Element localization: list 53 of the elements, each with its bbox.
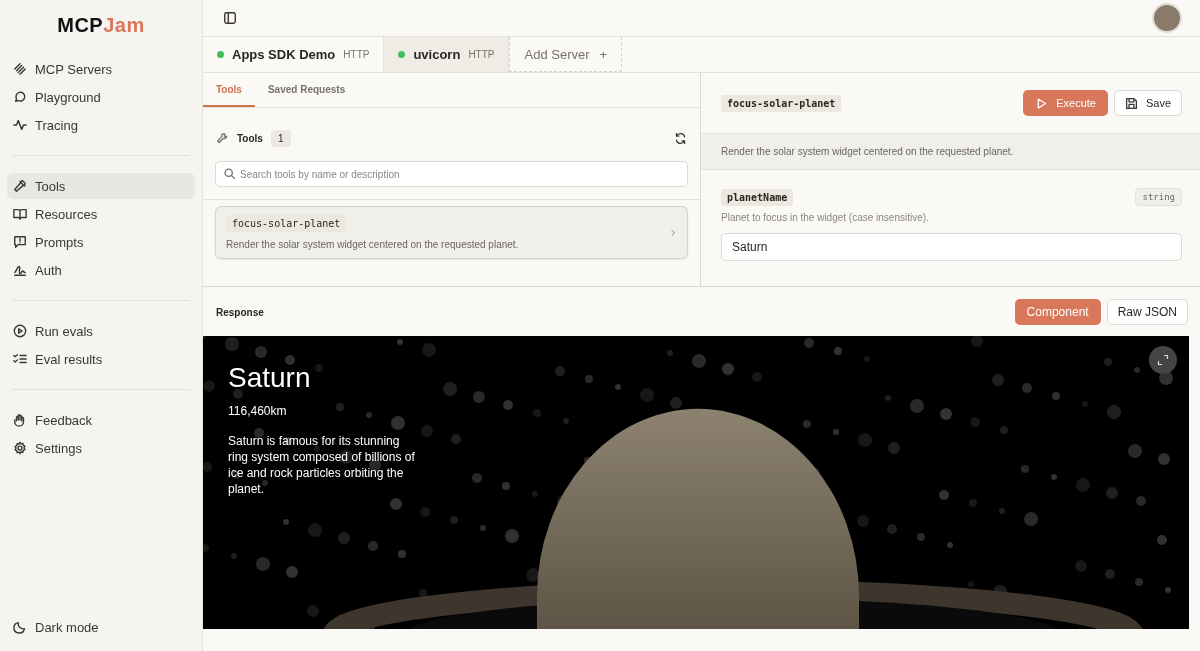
count-badge: 1 <box>270 129 291 147</box>
pulse-icon <box>13 118 27 132</box>
sidebar-item[interactable]: Resources <box>7 201 195 227</box>
chat-icon <box>13 90 27 104</box>
chevron-right-icon <box>669 228 677 237</box>
play-icon <box>13 324 27 338</box>
add-server-button[interactable]: Add Server + <box>509 37 623 72</box>
avatar[interactable] <box>1152 3 1182 33</box>
expand-button[interactable] <box>1149 346 1177 374</box>
settings-icon <box>13 441 27 455</box>
tool-name: focus-solar-planet <box>721 94 842 112</box>
section-title: Response <box>216 306 264 318</box>
tool-description: Render the solar system widget centered on the requested planet. <box>226 239 520 250</box>
sidebar-item[interactable]: Tracing <box>7 112 195 138</box>
sidebar-item[interactable]: Tools <box>7 173 195 199</box>
play-icon <box>1035 96 1049 110</box>
sidebar-item[interactable]: Run evals <box>7 318 195 344</box>
save-button[interactable]: Save <box>1113 90 1182 116</box>
sidebar-item[interactable]: Prompts <box>7 229 195 255</box>
hand-icon <box>13 413 27 427</box>
sidebar-item[interactable]: MCP Servers <box>7 56 195 82</box>
view-toggle-button[interactable]: Raw JSON <box>1106 299 1188 325</box>
chat-icon <box>13 235 27 249</box>
sidebar-item[interactable]: Feedback <box>7 407 195 433</box>
parameter-hint: Planet to focus in the widget (case insensitive). <box>721 212 930 223</box>
tool-description: Render the solar system widget centered on the requested planet. <box>701 133 1200 170</box>
wrench-icon <box>216 131 229 145</box>
planet-title: Saturn <box>228 362 312 394</box>
type-badge: string <box>1135 188 1182 206</box>
sidebar-item[interactable]: Eval results <box>7 346 195 372</box>
planet-distance: 116,460km <box>228 404 288 418</box>
section-title: Tools <box>237 132 263 144</box>
parameter-name: planetName <box>721 188 794 206</box>
signature-icon <box>13 263 27 277</box>
servers-icon <box>13 62 27 76</box>
book-icon <box>13 207 27 221</box>
search-field[interactable]: Search tools by name or description <box>215 161 688 187</box>
text-input[interactable]: Saturn <box>721 233 1182 261</box>
save-icon <box>1124 96 1138 110</box>
planet-description: Saturn is famous for its stunning ring system composed of billions of ice and rock particles orbiting the planet. <box>228 433 416 497</box>
sidebar-item[interactable]: Settings <box>7 435 195 461</box>
tool-name: focus-solar-planet <box>226 215 347 232</box>
server-tab[interactable]: uvicorn HTTP <box>384 37 510 72</box>
hammer-icon <box>13 179 27 193</box>
sidebar-item[interactable]: Auth <box>7 257 195 283</box>
expand-icon <box>1157 354 1169 366</box>
moon-icon <box>13 620 27 634</box>
tab[interactable]: Saved Requests <box>254 73 359 107</box>
tool-card[interactable]: focus-solar-planet Render the solar system widget centered on the requested planet. <box>215 206 688 259</box>
checklist-icon <box>13 352 27 366</box>
app-logo: MCPJam <box>57 14 145 37</box>
dark-mode-toggle[interactable]: Dark mode <box>7 614 195 640</box>
sidebar-item[interactable]: Playground <box>7 84 195 110</box>
